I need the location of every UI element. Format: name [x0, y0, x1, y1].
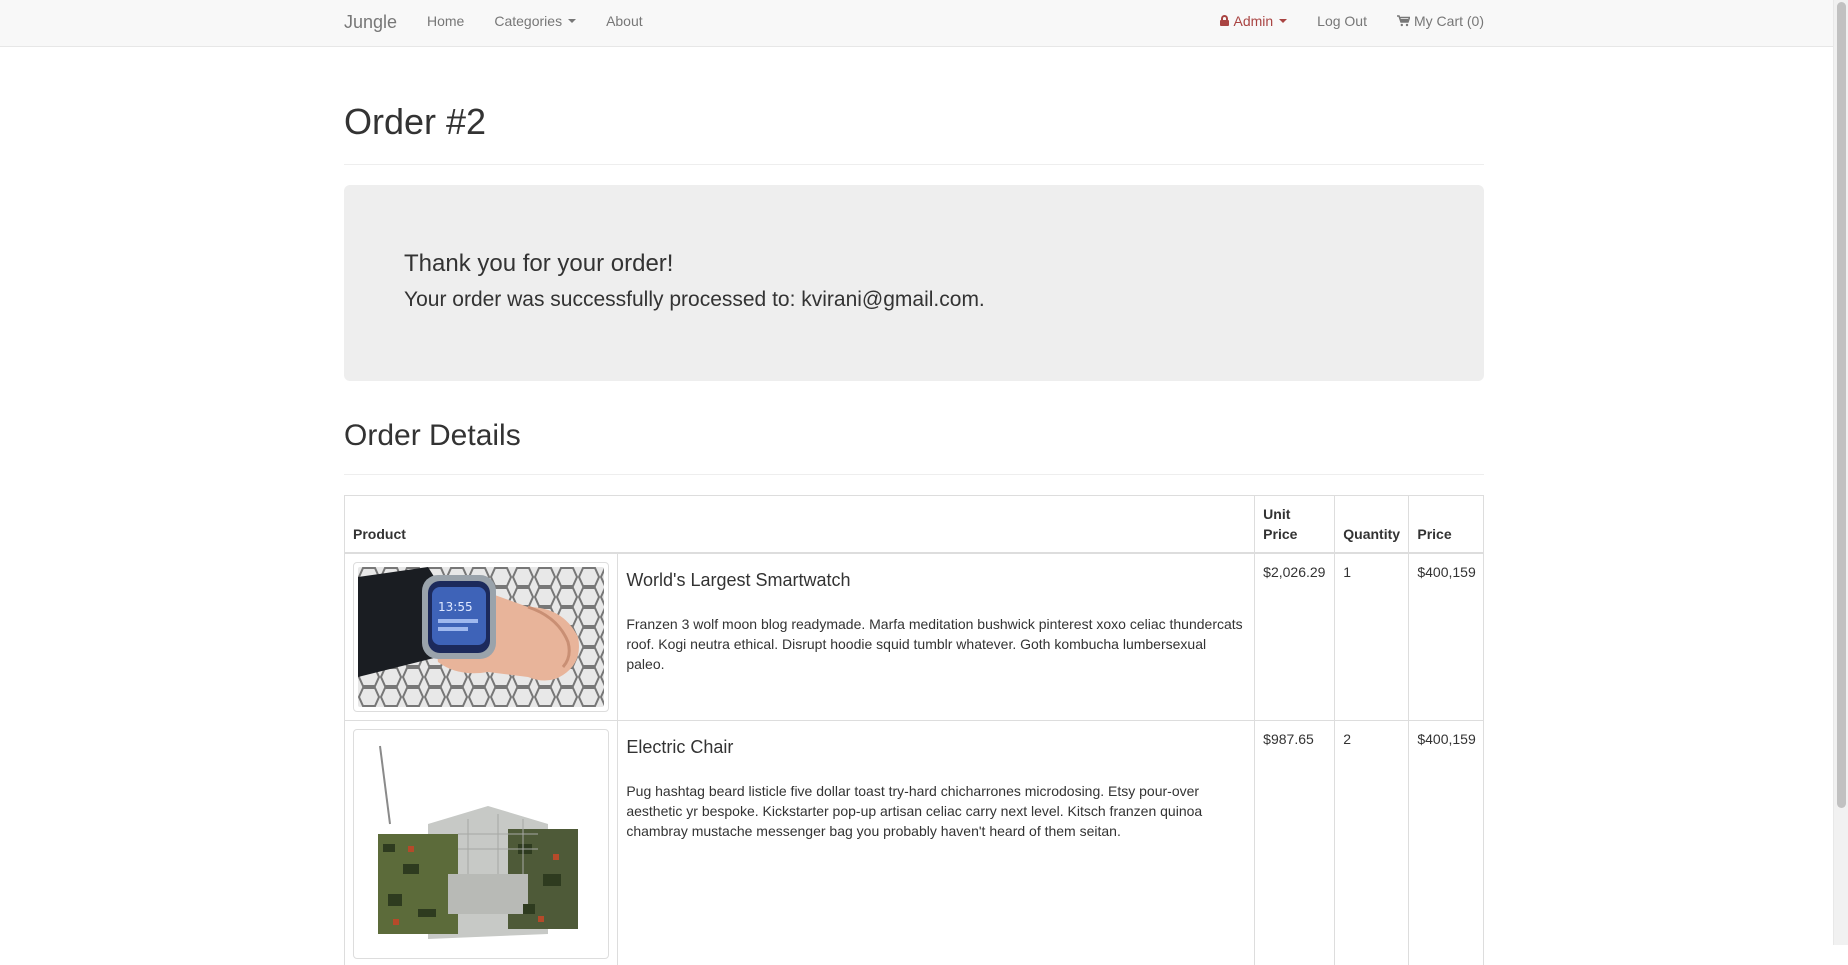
nav-categories-label: Categories [494, 13, 562, 29]
product-info-cell: World's Largest Smartwatch Franzen 3 wol… [618, 553, 1255, 721]
nav-cart-link[interactable]: My Cart (0) [1397, 13, 1484, 29]
product-description: Pug hashtag beard listicle five dollar t… [626, 781, 1246, 841]
header-price: Price [1409, 496, 1484, 553]
product-name[interactable]: Electric Chair [626, 735, 1246, 759]
nav-cart-label: My Cart (0) [1414, 13, 1484, 29]
smartwatch-image: 13:55 [358, 567, 604, 707]
order-details-header: Order Details [344, 419, 1484, 475]
order-details-title: Order Details [344, 419, 1484, 453]
lock-icon [1220, 15, 1229, 26]
caret-down-icon [1279, 19, 1287, 23]
navbar-container: Jungle Home Categories About Admin Log O… [344, 0, 1484, 46]
product-image-cell: 13:55 [345, 553, 618, 721]
vertical-scrollbar[interactable] [1833, 0, 1848, 945]
page-title: Order #2 [344, 102, 1484, 142]
header-unit-price: Unit Price [1255, 496, 1335, 553]
product-name[interactable]: World's Largest Smartwatch [626, 568, 1246, 592]
nav-logout-link[interactable]: Log Out [1317, 13, 1367, 29]
order-confirmation-panel: Thank you for your order! Your order was… [344, 185, 1484, 381]
thank-you-message: Thank you for your order! [404, 250, 673, 278]
top-navbar: Jungle Home Categories About Admin Log O… [0, 0, 1833, 47]
processed-message: Your order was successfully processed to… [404, 288, 985, 312]
brand-link[interactable]: Jungle [344, 12, 397, 33]
nav-admin-dropdown[interactable]: Admin [1220, 13, 1287, 29]
nav-admin-label: Admin [1233, 13, 1273, 29]
svg-text:13:55: 13:55 [438, 600, 473, 614]
scrollbar-thumb[interactable] [1837, 2, 1846, 808]
nav-about-link[interactable]: About [606, 13, 643, 29]
quantity-cell: 2 [1335, 721, 1409, 965]
table-row: Electric Chair Pug hashtag beard listicl… [345, 721, 1484, 965]
product-description: Franzen 3 wolf moon blog readymade. Marf… [626, 614, 1246, 674]
order-items-table: Product Unit Price Quantity Price [344, 495, 1484, 965]
quantity-cell: 1 [1335, 553, 1409, 721]
table-row: 13:55 World's Largest Smartwatch Franzen… [345, 553, 1484, 721]
nav-right: Admin Log Out My Cart (0) [1190, 13, 1484, 29]
nav-categories-dropdown[interactable]: Categories [494, 13, 576, 29]
product-thumbnail: 13:55 [353, 562, 609, 712]
header-quantity: Quantity [1335, 496, 1409, 553]
product-thumbnail [353, 729, 609, 959]
price-cell: $400,159 [1409, 553, 1484, 721]
caret-down-icon [568, 19, 576, 23]
product-info-cell: Electric Chair Pug hashtag beard listicl… [618, 721, 1255, 965]
unit-price-cell: $987.65 [1255, 721, 1335, 965]
unit-price-cell: $2,026.29 [1255, 553, 1335, 721]
nav-home-link[interactable]: Home [427, 13, 464, 29]
page-header: Order #2 [344, 102, 1484, 165]
product-image-cell [345, 721, 618, 965]
table-header-row: Product Unit Price Quantity Price [345, 496, 1484, 553]
nav-left: Home Categories About [427, 13, 673, 29]
shopping-cart-icon [1397, 15, 1410, 27]
price-cell: $400,159 [1409, 721, 1484, 965]
header-product: Product [345, 496, 1255, 553]
electric-chair-image [358, 734, 604, 954]
